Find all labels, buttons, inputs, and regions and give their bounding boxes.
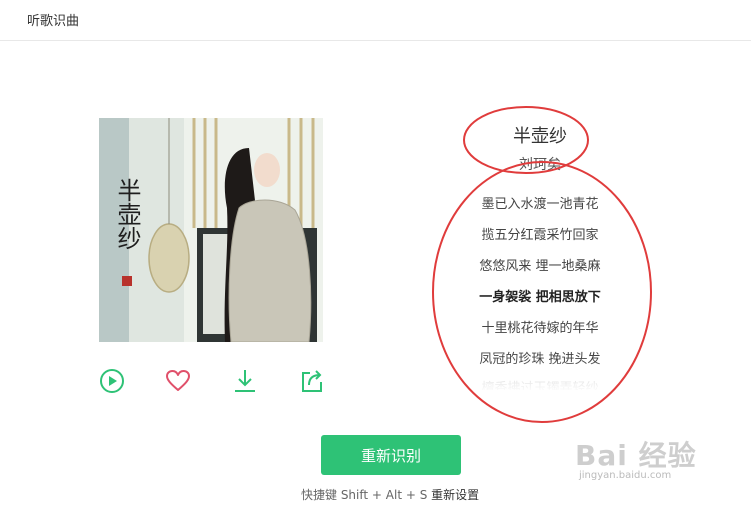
lyrics-panel: 墨已入水渡一池青花 揽五分红霞采竹回家 悠悠风来 埋一地桑麻 一身袈裟 把相思放… <box>455 190 625 390</box>
lyric-line: 悠悠风来 埋一地桑麻 <box>479 259 601 274</box>
download-button[interactable] <box>232 368 258 394</box>
action-bar <box>99 368 325 396</box>
cover-calligraphy: 半壶纱 <box>113 178 141 250</box>
artist-name: 刘珂矣 <box>519 157 561 173</box>
play-button[interactable] <box>99 368 125 394</box>
lyric-line: 墨已入水渡一池青花 <box>481 197 599 212</box>
shortcut-text: 快捷键 Shift + Alt + S <box>301 488 428 502</box>
app-title: 听歌识曲 <box>27 14 80 29</box>
share-icon <box>302 370 322 392</box>
lyric-line: 凤冠的珍珠 挽进头发 <box>479 352 601 367</box>
shortcut-hint: 快捷键 Shift + Alt + S 重新设置 <box>301 486 479 503</box>
like-button[interactable] <box>165 368 191 394</box>
play-icon <box>100 369 124 393</box>
download-icon <box>235 370 255 392</box>
watermark-brand: Bai 经验 <box>575 439 697 472</box>
watermark: Bai 经验 jingyan.baidu.com <box>575 428 745 488</box>
lyric-line-active: 一身袈裟 把相思放下 <box>479 290 601 305</box>
lyric-line: 檀香拂过玉镯弄轻纱 <box>481 381 599 390</box>
watermark-url: jingyan.baidu.com <box>579 470 672 481</box>
album-cover: 半壶纱 <box>99 118 323 342</box>
heart-icon <box>166 370 190 391</box>
song-title: 半壶纱 <box>513 126 567 147</box>
recognize-again-button[interactable]: 重新识别 <box>321 435 461 475</box>
lyric-line: 揽五分红霞采竹回家 <box>481 228 599 243</box>
lyric-line: 十里桃花待嫁的年华 <box>481 321 599 336</box>
share-button[interactable] <box>299 368 325 394</box>
reset-shortcut-link[interactable]: 重新设置 <box>431 488 479 502</box>
header-bar: 听歌识曲 <box>0 0 751 41</box>
